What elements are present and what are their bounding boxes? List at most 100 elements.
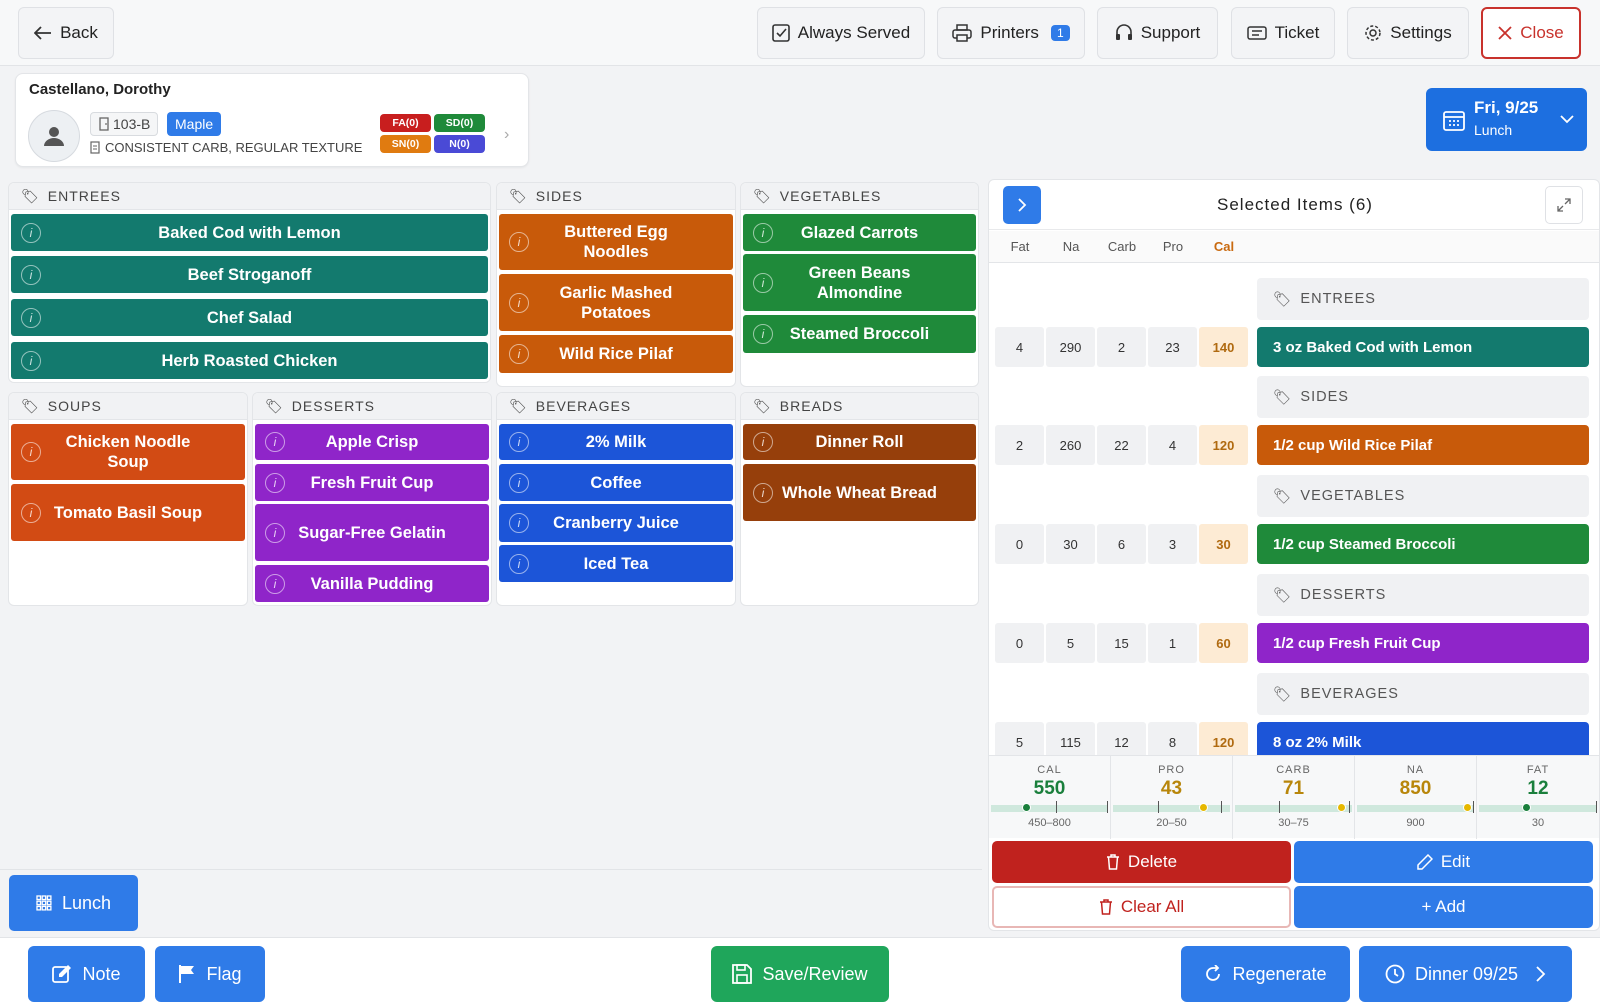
close-button[interactable]: Close xyxy=(1481,7,1581,59)
note-button[interactable]: Note xyxy=(28,946,145,1002)
menu-item[interactable]: i Apple Crisp xyxy=(255,424,489,460)
category-beverages: 🏷 BEVERAGES i 2% Milk i Coffee i Cranberry J… xyxy=(496,392,736,606)
menu-item[interactable]: i 2% Milk xyxy=(499,424,733,460)
section-title: SIDES xyxy=(1300,389,1349,405)
menu-item-label: Glazed Carrots xyxy=(800,223,919,242)
menu-item[interactable]: i Sugar-Free Gelatin xyxy=(255,504,489,561)
ticket-button[interactable]: Ticket xyxy=(1231,7,1335,59)
info-icon[interactable]: i xyxy=(21,502,41,523)
menu-item[interactable]: i Cranberry Juice xyxy=(499,504,733,542)
calendar-icon xyxy=(1443,111,1465,131)
date-meal-selector[interactable]: Fri, 9/25 Lunch xyxy=(1426,88,1587,151)
info-icon[interactable]: i xyxy=(265,573,285,594)
always-served-label: Always Served xyxy=(797,23,911,42)
menu-item[interactable]: i Baked Cod with Lemon xyxy=(11,214,488,251)
info-icon[interactable]: i xyxy=(753,222,773,243)
collapse-panel-button[interactable] xyxy=(1003,186,1041,224)
section-title: VEGETABLES xyxy=(1300,488,1406,504)
summary-range-bar xyxy=(1235,801,1352,813)
info-icon[interactable]: i xyxy=(21,307,41,328)
menu-item[interactable]: i Green Beans Almondine xyxy=(743,254,976,311)
summary-range: 900 xyxy=(1406,817,1425,829)
info-icon[interactable]: i xyxy=(509,232,529,252)
info-icon[interactable]: i xyxy=(509,344,529,364)
pro-value: 23 xyxy=(1148,327,1197,367)
category-desserts: 🏷 DESSERTS i Apple Crisp i Fresh Fruit Cup … xyxy=(252,392,492,606)
info-icon[interactable]: i xyxy=(509,553,529,574)
carb-value: 6 xyxy=(1097,524,1146,564)
next-meal-button[interactable]: Dinner 09/25 xyxy=(1359,946,1572,1002)
info-icon[interactable]: i xyxy=(265,432,285,452)
summary-value: 43 xyxy=(1160,778,1183,799)
summary-range: 450–800 xyxy=(1028,817,1071,829)
selected-item[interactable]: 1/2 cup Steamed Broccoli xyxy=(1257,524,1589,564)
add-button[interactable]: + Add xyxy=(1294,886,1593,928)
menu-item[interactable]: i Garlic Mashed Potatoes xyxy=(499,274,733,331)
regenerate-button[interactable]: Regenerate xyxy=(1181,946,1350,1002)
fat-value: 0 xyxy=(995,623,1044,663)
edit-button[interactable]: Edit xyxy=(1294,841,1593,883)
menu-item[interactable]: i Beef Stroganoff xyxy=(11,256,488,293)
menu-item[interactable]: i Vanilla Pudding xyxy=(255,565,489,602)
expand-button[interactable] xyxy=(1545,186,1583,224)
patient-card[interactable]: Castellano, Dorothy 103-B Maple CONSISTE… xyxy=(15,73,529,167)
info-icon[interactable]: i xyxy=(753,324,773,344)
meal-grid-button[interactable]: Lunch xyxy=(9,875,138,931)
summary-label: PRO xyxy=(1158,764,1185,776)
menu-item[interactable]: i Coffee xyxy=(499,464,733,501)
menu-item[interactable]: i Wild Rice Pilaf xyxy=(499,335,733,373)
menu-item-label: Buttered Egg Noodles xyxy=(564,223,668,261)
always-served-button[interactable]: Always Served xyxy=(757,7,925,59)
clear-all-button[interactable]: Clear All xyxy=(992,886,1291,928)
meal-grid-label: Lunch xyxy=(61,892,112,913)
tag-icon: 🏷 xyxy=(753,187,772,204)
delete-button[interactable]: Delete xyxy=(992,841,1291,883)
selected-item[interactable]: 1/2 cup Fresh Fruit Cup xyxy=(1257,623,1589,663)
info-icon[interactable]: i xyxy=(509,513,529,533)
summary-level-dot xyxy=(1022,803,1032,812)
menu-item[interactable]: i Fresh Fruit Cup xyxy=(255,464,489,501)
menu-item[interactable]: i Chicken Noodle Soup xyxy=(11,424,245,480)
info-icon[interactable]: i xyxy=(509,432,529,452)
category-title: ENTREES xyxy=(47,188,121,204)
door-icon xyxy=(99,117,109,131)
info-icon[interactable]: i xyxy=(21,222,41,243)
menu-item[interactable]: i Tomato Basil Soup xyxy=(11,484,245,541)
menu-item[interactable]: i Dinner Roll xyxy=(743,424,976,460)
support-button[interactable]: Support xyxy=(1097,7,1218,59)
edit-note-icon xyxy=(52,965,72,983)
menu-item[interactable]: i Iced Tea xyxy=(499,545,733,582)
info-icon[interactable]: i xyxy=(21,264,41,285)
fat-value: 2 xyxy=(995,425,1044,465)
menu-item[interactable]: i Whole Wheat Bread xyxy=(743,464,976,521)
info-icon[interactable]: i xyxy=(753,482,773,503)
gear-icon xyxy=(1365,25,1382,41)
info-icon[interactable]: i xyxy=(265,472,285,493)
category-title: SIDES xyxy=(535,188,583,204)
selected-section-header: 🏷 SIDES xyxy=(1257,376,1589,418)
menu-item[interactable]: i Steamed Broccoli xyxy=(743,315,976,353)
info-icon[interactable]: i xyxy=(21,442,41,462)
info-icon[interactable]: i xyxy=(265,522,285,543)
cal-value: 60 xyxy=(1199,623,1248,663)
back-button[interactable]: Back xyxy=(18,7,114,59)
category-title: BEVERAGES xyxy=(535,398,632,414)
menu-item[interactable]: i Herb Roasted Chicken xyxy=(11,342,488,379)
menu-item-label: Steamed Broccoli xyxy=(789,325,930,343)
settings-button[interactable]: Settings xyxy=(1347,7,1469,59)
flag-button[interactable]: Flag xyxy=(155,946,265,1002)
column-header-cal: Cal xyxy=(1213,239,1235,254)
info-icon[interactable]: i xyxy=(21,350,41,371)
selected-item[interactable]: 1/2 cup Wild Rice Pilaf xyxy=(1257,425,1589,465)
info-icon[interactable]: i xyxy=(753,272,773,293)
info-icon[interactable]: i xyxy=(509,292,529,313)
menu-item[interactable]: i Chef Salad xyxy=(11,299,488,336)
info-icon[interactable]: i xyxy=(509,472,529,493)
selected-item[interactable]: 3 oz Baked Cod with Lemon xyxy=(1257,327,1589,367)
menu-item[interactable]: i Buttered Egg Noodles xyxy=(499,214,733,270)
menu-item[interactable]: i Glazed Carrots xyxy=(743,214,976,251)
printers-button[interactable]: Printers 1 xyxy=(937,7,1085,59)
save-review-button[interactable]: Save/Review xyxy=(711,946,889,1002)
menu-item-label: Herb Roasted Chicken xyxy=(161,351,338,370)
info-icon[interactable]: i xyxy=(753,432,773,452)
